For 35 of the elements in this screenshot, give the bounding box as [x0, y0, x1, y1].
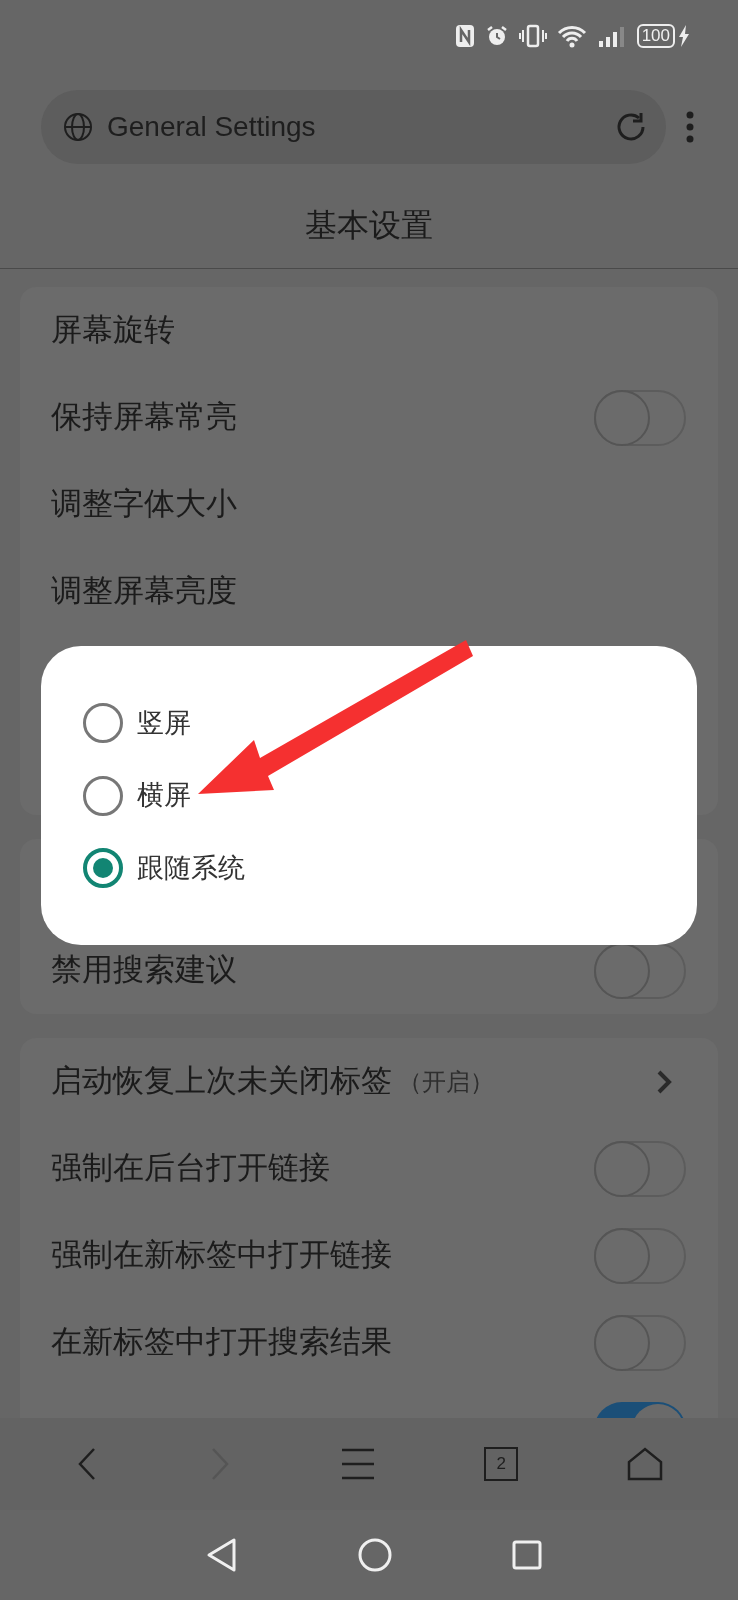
option-label[interactable]: 跟随系统 [137, 847, 245, 889]
setting-label[interactable]: 禁用搜索建议 [51, 947, 237, 994]
charging-icon [678, 25, 690, 47]
option-label[interactable]: 竖屏 [137, 702, 191, 744]
page-address: General Settings [107, 110, 317, 144]
radio-button[interactable] [83, 703, 123, 743]
setting-label[interactable]: 启动恢复上次未关闭标签 [51, 1058, 392, 1105]
vibrate-icon [518, 24, 547, 48]
wifi-icon [556, 24, 587, 48]
toggle-switch[interactable] [594, 942, 686, 999]
option-label[interactable]: 横屏 [137, 775, 191, 816]
page-title: 基本设置 [305, 206, 433, 245]
address-bar[interactable]: General Settings [41, 90, 666, 164]
setting-label[interactable]: 在新标签中打开搜索结果 [51, 1319, 392, 1366]
nav-recents-icon[interactable] [512, 1540, 542, 1570]
globe-icon [63, 112, 93, 142]
nav-home-icon[interactable] [358, 1538, 392, 1572]
setting-label[interactable]: 强制在新标签中打开链接 [51, 1232, 392, 1279]
chevron-icon [656, 1068, 672, 1095]
setting-value: （开启） [398, 1066, 494, 1097]
radio-button[interactable] [83, 848, 123, 888]
nav-back-icon[interactable] [206, 1537, 238, 1573]
tab-count[interactable]: 2 [484, 1447, 519, 1481]
more-icon[interactable] [686, 111, 694, 143]
battery-level: 100 [636, 24, 675, 48]
setting-label[interactable]: 强制在后台打开链接 [51, 1145, 330, 1192]
cell-signal-icon [596, 24, 627, 48]
nfc-icon [454, 24, 475, 48]
menu-icon[interactable] [340, 1447, 375, 1481]
home-icon[interactable] [627, 1447, 664, 1481]
setting-label[interactable]: 调整字体大小 [51, 481, 237, 528]
setting-label[interactable]: 屏幕旋转 [51, 307, 175, 354]
radio-button[interactable] [83, 775, 123, 816]
setting-label[interactable]: 保持屏幕常亮 [51, 394, 237, 441]
setting-label[interactable]: 调整屏幕亮度 [51, 568, 237, 615]
